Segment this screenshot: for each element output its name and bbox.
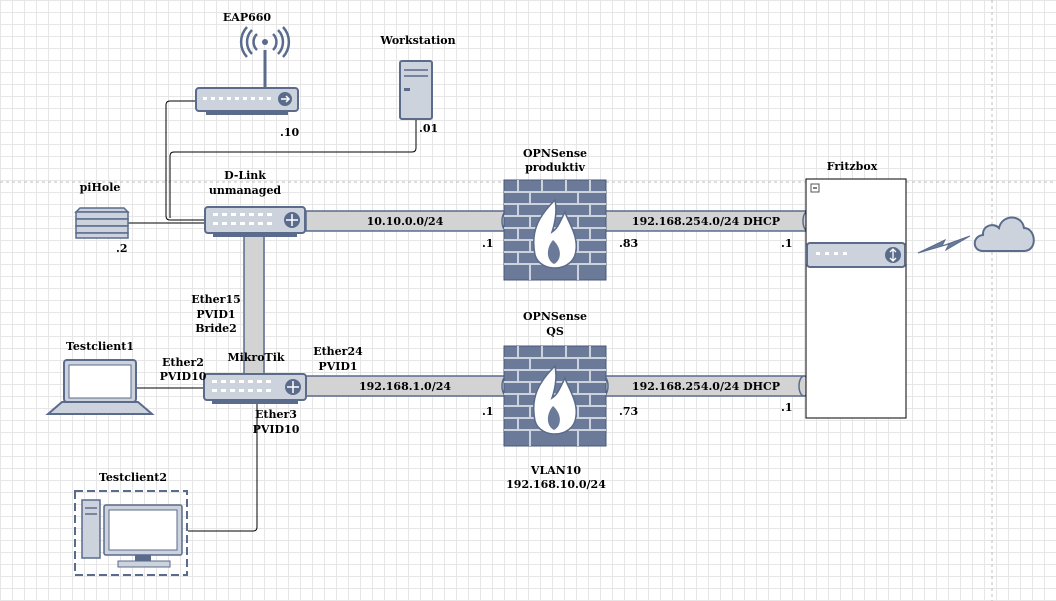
vlan-name-label: VLAN10 (530, 464, 582, 477)
opnsense-produktiv-label-line1: OPNSense (522, 147, 588, 160)
workstation-icon (399, 60, 433, 120)
opnsense-produktiv-lan-address: .1 (482, 237, 494, 250)
testclient2-to-mikrotik-line (188, 400, 258, 532)
lightning-icon (917, 235, 971, 254)
eap660-address: .10 (280, 126, 300, 139)
ether15-pvid-label: PVID1 (196, 308, 236, 321)
ether3-pvid-label: PVID10 (252, 423, 300, 436)
top-wan-network-label: 192.168.254.0/24 DHCP (631, 215, 781, 228)
dlink-switch-icon (204, 206, 306, 237)
bottom-lan-network-label: 192.168.1.0/24 (358, 380, 452, 393)
mikrotik-switch-icon (203, 373, 307, 404)
connection-lines (124, 100, 417, 532)
ether3-label: Ether3 (255, 408, 297, 421)
testclient1-label: Testclient1 (66, 340, 134, 353)
pihole-label: piHole (79, 181, 121, 194)
opnsense-qs-wan-address: .73 (619, 405, 639, 418)
cloud-icon (973, 216, 1035, 252)
testclient1-laptop-icon (45, 359, 155, 415)
opnsense-produktiv-wan-address: .83 (619, 237, 639, 250)
testclient2-desktop-icon (74, 490, 188, 576)
ether15-label: Ether15 (191, 293, 241, 306)
opnsense-qs-firewall-icon (503, 345, 607, 447)
fritzbox-bottom-address: .1 (781, 401, 793, 414)
fritzbox-label: Fritzbox (826, 160, 878, 173)
dlink-label-line1: D-Link (224, 169, 266, 182)
pihole-address: .2 (116, 242, 128, 255)
fritzbox-top-address: .1 (781, 237, 793, 250)
testclient2-label: Testclient2 (99, 471, 167, 484)
fritzbox-router-icon (806, 242, 906, 268)
eap660-label: EAP660 (222, 11, 272, 24)
top-lan-network-label: 10.10.0.0/24 (366, 215, 444, 228)
opnsense-produktiv-firewall-icon (503, 179, 607, 281)
eap-to-dlink-line (165, 100, 207, 221)
fritzbox-container (805, 178, 907, 419)
workstation-label: Workstation (380, 34, 456, 47)
mikrotik-label: MikroTik (227, 351, 285, 364)
ether24-label: Ether24 (313, 345, 363, 358)
bottom-wan-network-label: 192.168.254.0/24 DHCP (631, 380, 781, 393)
ether2-pvid-label: PVID10 (159, 370, 207, 383)
dlink-label-line2: unmanaged (208, 184, 282, 197)
network-diagram (0, 0, 1056, 601)
eap660-icon (195, 26, 299, 115)
opnsense-qs-label-line2: QS (546, 325, 564, 338)
ether24-pvid-label: PVID1 (318, 360, 358, 373)
opnsense-qs-label-line1: OPNSense (522, 310, 588, 323)
ether15-bridge-label: Bride2 (195, 322, 237, 335)
ether2-label: Ether2 (162, 356, 204, 369)
vlan-subnet-label: 192.168.10.0/24 (506, 478, 606, 491)
pihole-server-icon (74, 207, 130, 239)
opnsense-qs-lan-address: .1 (482, 405, 494, 418)
opnsense-produktiv-label-line2: produktiv (525, 161, 585, 174)
workstation-address: .01 (419, 122, 439, 135)
